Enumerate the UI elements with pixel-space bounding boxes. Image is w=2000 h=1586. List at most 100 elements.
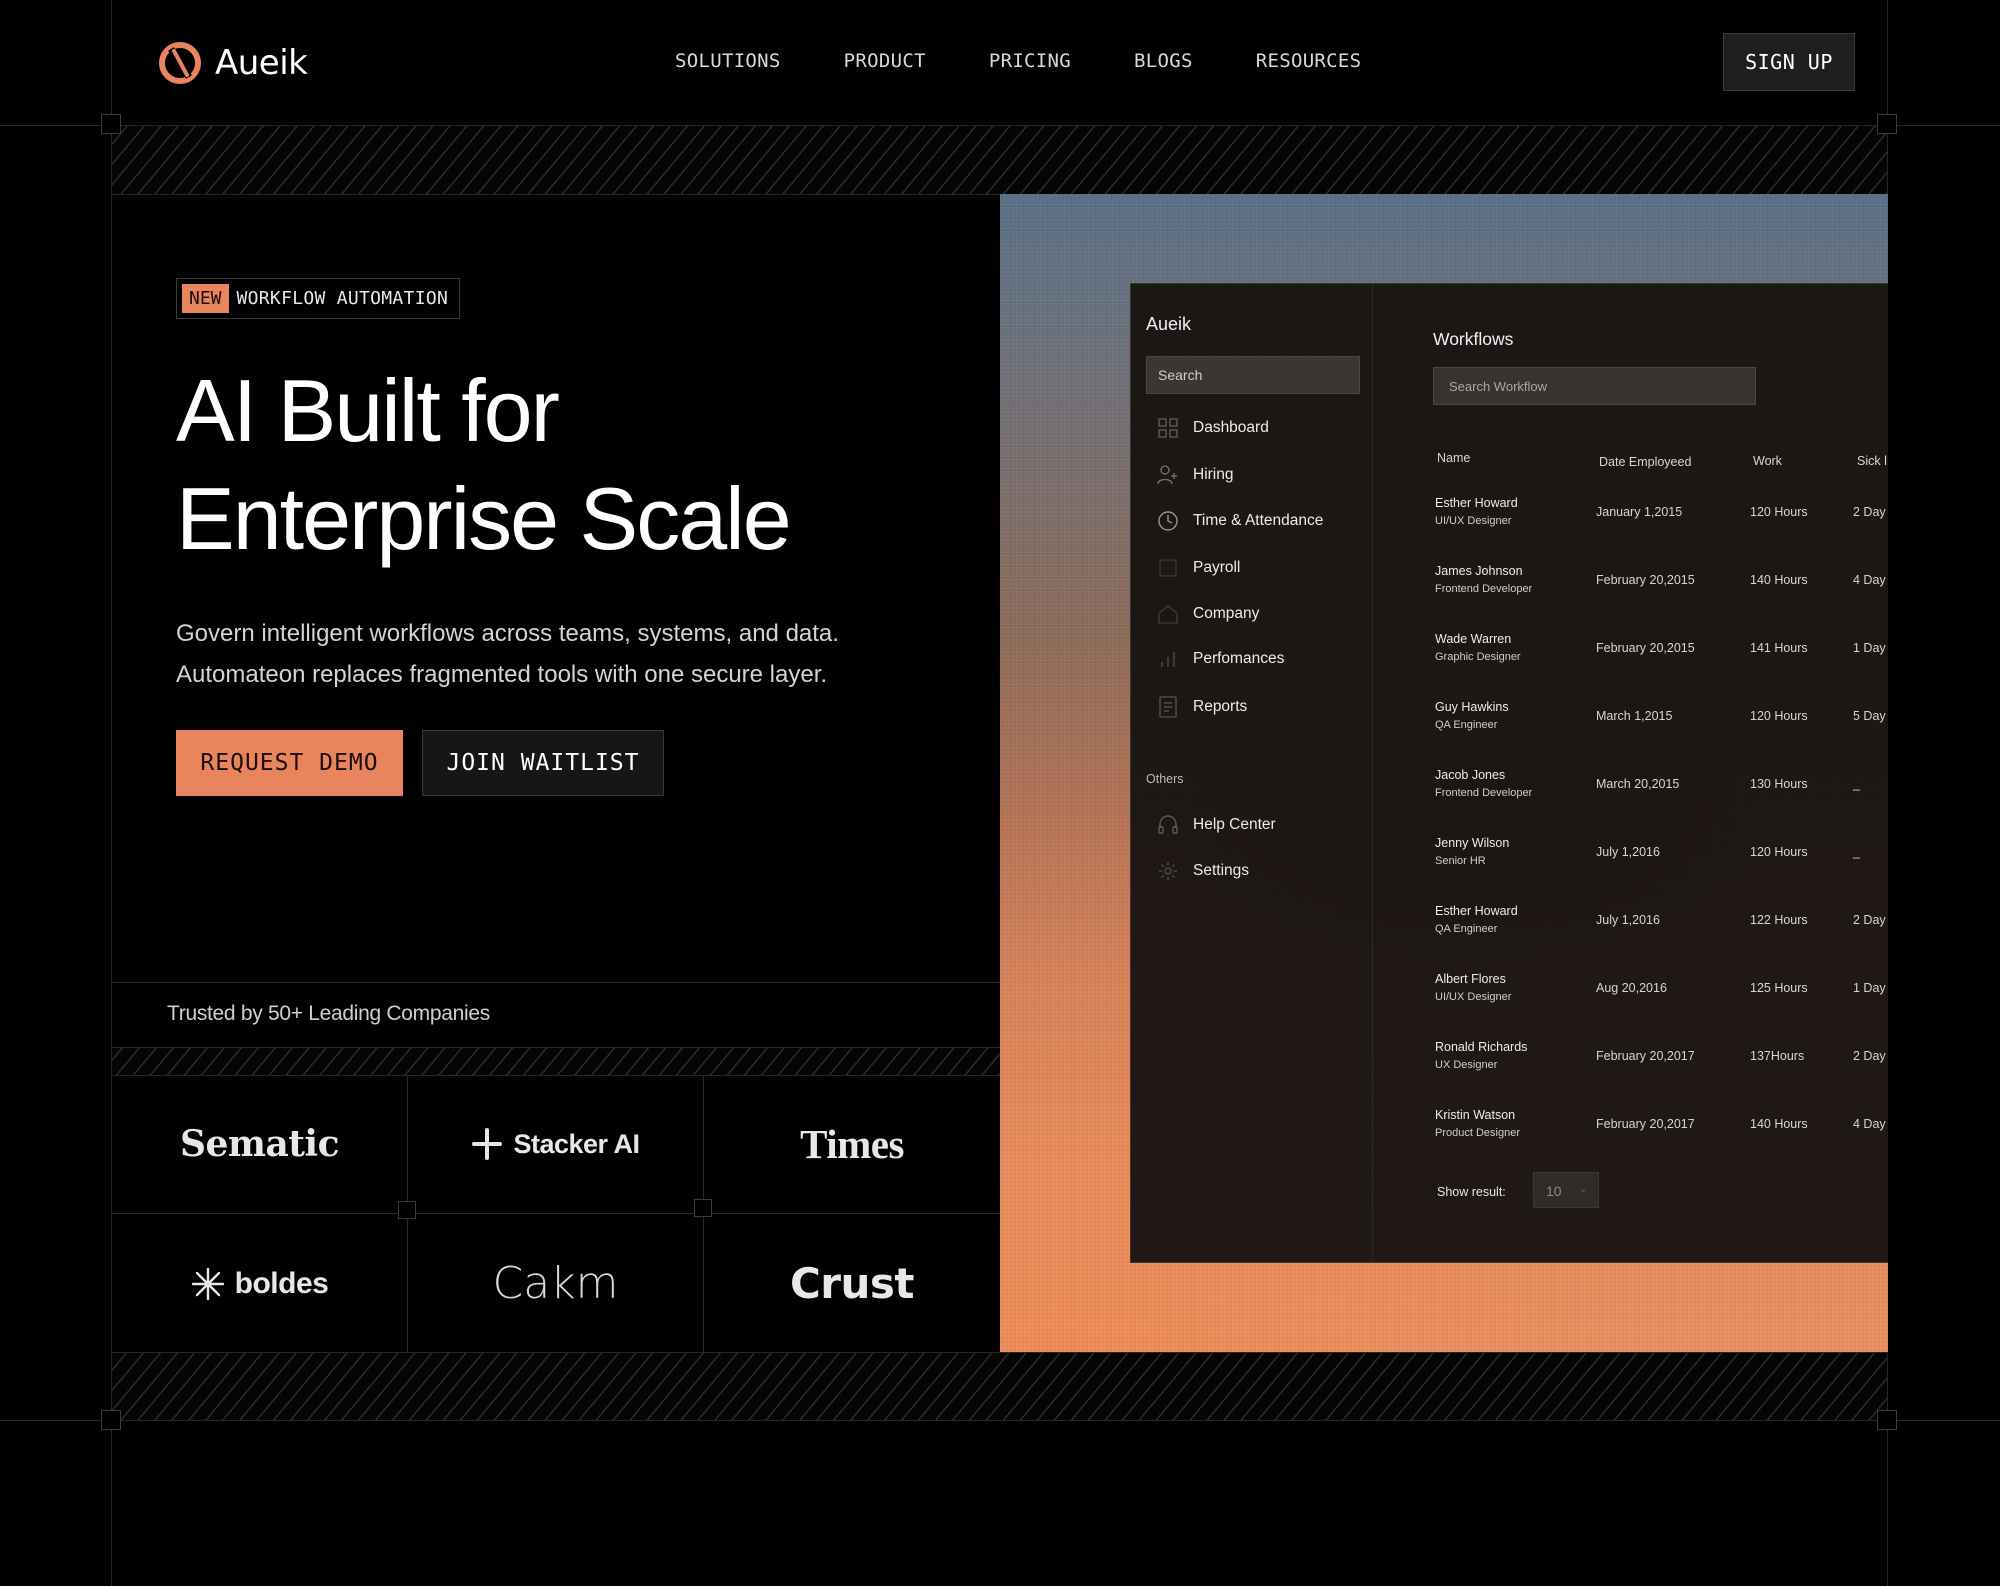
table-row[interactable]: Esther Howard UI/UX Designer January 1,2… xyxy=(1433,496,1888,548)
client-logo-text: Sematic xyxy=(179,1123,340,1165)
employee-date: January 1,2015 xyxy=(1596,505,1683,519)
sidebar-item-reports[interactable]: Reports xyxy=(1157,696,1247,718)
employee-work: 137Hours xyxy=(1750,1049,1805,1063)
show-result-select[interactable]: 10 ⌄ xyxy=(1533,1172,1599,1208)
sidebar-item-help-center[interactable]: Help Center xyxy=(1157,814,1276,836)
client-logo-text: Stacker AI xyxy=(513,1128,640,1159)
bar-chart-icon xyxy=(1157,648,1179,670)
table-row[interactable]: Guy Hawkins QA Engineer March 1,2015 120… xyxy=(1433,700,1888,752)
show-result-value: 10 xyxy=(1546,1183,1562,1199)
table-row[interactable]: Jenny Wilson Senior HR July 1,2016 120 H… xyxy=(1433,836,1888,888)
sidebar-item-label: Hiring xyxy=(1193,466,1234,483)
new-tag: NEW xyxy=(182,284,229,313)
corner-marker xyxy=(101,114,121,134)
brand-name: Aueik xyxy=(215,43,308,83)
employee-role: Frontend Developer xyxy=(1435,787,1533,799)
nav-link-product[interactable]: PRODUCT xyxy=(844,50,926,72)
employee-work: 125 Hours xyxy=(1750,981,1808,995)
employee-name: Esther Howard xyxy=(1435,904,1518,918)
employee-date: February 20,2017 xyxy=(1596,1117,1695,1131)
employee-name: Ronald Richards xyxy=(1435,1040,1528,1054)
nav-link-resources[interactable]: RESOURCES xyxy=(1256,50,1362,72)
employee-role: Frontend Developer xyxy=(1435,583,1533,595)
sidebar-item-hiring[interactable]: Hiring xyxy=(1157,464,1233,486)
client-logo-text: Crust xyxy=(789,1259,915,1308)
corner-marker xyxy=(101,1410,121,1430)
client-logo-stacker: Stacker AI xyxy=(408,1075,704,1214)
employee-sick: _ xyxy=(1853,777,1860,791)
hero-visual: Aueik Search Dashboard Hiring Time & Att… xyxy=(1000,194,1888,1352)
employee-sick: 2 Day xyxy=(1853,1049,1886,1063)
sidebar-item-label: Company xyxy=(1193,605,1260,622)
brand-mark-icon xyxy=(159,42,201,84)
sidebar-item-payroll[interactable]: Payroll xyxy=(1157,557,1240,579)
show-result-label: Show result: xyxy=(1437,1185,1506,1199)
table-row[interactable]: Jacob Jones Frontend Developer March 20,… xyxy=(1433,768,1888,820)
nav-link-blogs[interactable]: BLOGS xyxy=(1134,50,1193,72)
employee-work: 122 Hours xyxy=(1750,913,1808,927)
others-section-label: Others xyxy=(1146,772,1184,786)
table-row[interactable]: Esther Howard QA Engineer July 1,2016 12… xyxy=(1433,904,1888,956)
employee-role: QA Engineer xyxy=(1435,923,1498,935)
table-row[interactable]: Kristin Watson Product Designer February… xyxy=(1433,1108,1888,1160)
table-row[interactable]: Ronald Richards UX Designer February 20,… xyxy=(1433,1040,1888,1092)
sidebar-item-label: Time & Attendance xyxy=(1193,512,1324,529)
column-header-name[interactable]: Name xyxy=(1437,451,1470,465)
employee-sick: 4 Day xyxy=(1853,573,1886,587)
employee-role: Senior HR xyxy=(1435,855,1486,867)
sidebar-item-performances[interactable]: Perfomances xyxy=(1157,648,1284,670)
employee-sick: 4 Day xyxy=(1853,1117,1886,1131)
employee-sick: 2 Day xyxy=(1853,505,1886,519)
hero-title: AI Built for Enterprise Scale xyxy=(176,357,1006,573)
sidebar-item-label: Help Center xyxy=(1193,816,1276,833)
nav-link-solutions[interactable]: SOLUTIONS xyxy=(675,50,781,72)
hatch-band-bottom xyxy=(112,1352,1887,1420)
employee-role: UI/UX Designer xyxy=(1435,515,1512,527)
sidebar-item-dashboard[interactable]: Dashboard xyxy=(1157,417,1269,439)
client-logo-cakm: Cakm xyxy=(408,1214,704,1353)
grid-icon xyxy=(1157,417,1179,439)
trusted-label: Trusted by 50+ Leading Companies xyxy=(167,1002,490,1025)
sidebar-item-label: Dashboard xyxy=(1193,419,1269,436)
corner-marker xyxy=(398,1201,416,1219)
table-row[interactable]: Wade Warren Graphic Designer February 20… xyxy=(1433,632,1888,684)
column-header-work[interactable]: Work xyxy=(1753,454,1782,468)
column-header-date[interactable]: Date Employeed xyxy=(1599,455,1691,469)
client-logo-sematic: Sematic xyxy=(112,1075,408,1214)
employee-sick: 1 Day xyxy=(1853,981,1886,995)
frame-line-bottom xyxy=(0,1420,2000,1421)
signup-button[interactable]: SIGN UP xyxy=(1723,33,1855,91)
employee-sick: 5 Day xyxy=(1853,709,1886,723)
headset-icon xyxy=(1157,814,1179,836)
employee-name: Kristin Watson xyxy=(1435,1108,1516,1122)
employee-name: Albert Flores xyxy=(1435,972,1506,986)
sidebar-item-time-attendance[interactable]: Time & Attendance xyxy=(1157,510,1323,532)
sidebar-item-label: Settings xyxy=(1193,862,1250,879)
hatch-band-top xyxy=(112,126,1887,194)
table-row[interactable]: Albert Flores UI/UX Designer Aug 20,2016… xyxy=(1433,972,1888,1024)
employee-work: 140 Hours xyxy=(1750,1117,1808,1131)
gear-icon xyxy=(1157,860,1179,882)
document-icon xyxy=(1157,696,1179,718)
workflow-search-input[interactable]: Search Workflow xyxy=(1433,367,1756,405)
app-search-input[interactable]: Search xyxy=(1146,356,1360,394)
employee-sick: 1 Day xyxy=(1853,641,1886,655)
sidebar-item-company[interactable]: Company xyxy=(1157,603,1259,625)
client-logo-times: Times xyxy=(704,1075,1000,1214)
column-header-sick[interactable]: Sick l xyxy=(1857,454,1887,468)
app-brand: Aueik xyxy=(1146,314,1192,334)
sidebar-item-label: Reports xyxy=(1193,698,1248,715)
request-demo-button[interactable]: REQUEST DEMO xyxy=(176,730,403,796)
brand-logo[interactable]: Aueik xyxy=(157,40,308,86)
employee-work: 120 Hours xyxy=(1750,845,1808,859)
main-nav: SOLUTIONS PRODUCT PRICING BLOGS RESOURCE… xyxy=(675,50,1361,72)
join-waitlist-button[interactable]: JOIN WAITLIST xyxy=(422,730,664,796)
employee-date: July 1,2016 xyxy=(1596,913,1660,927)
workflows-title: Workflows xyxy=(1433,329,1514,349)
employee-name: Jacob Jones xyxy=(1435,768,1506,782)
nav-link-pricing[interactable]: PRICING xyxy=(989,50,1071,72)
client-logo-text: Times xyxy=(800,1121,904,1167)
table-row[interactable]: James Johnson Frontend Developer Februar… xyxy=(1433,564,1888,616)
sidebar-item-settings[interactable]: Settings xyxy=(1157,860,1249,882)
app-main-panel: Workflows Search Workflow Name Date Empl… xyxy=(1373,284,1888,1262)
